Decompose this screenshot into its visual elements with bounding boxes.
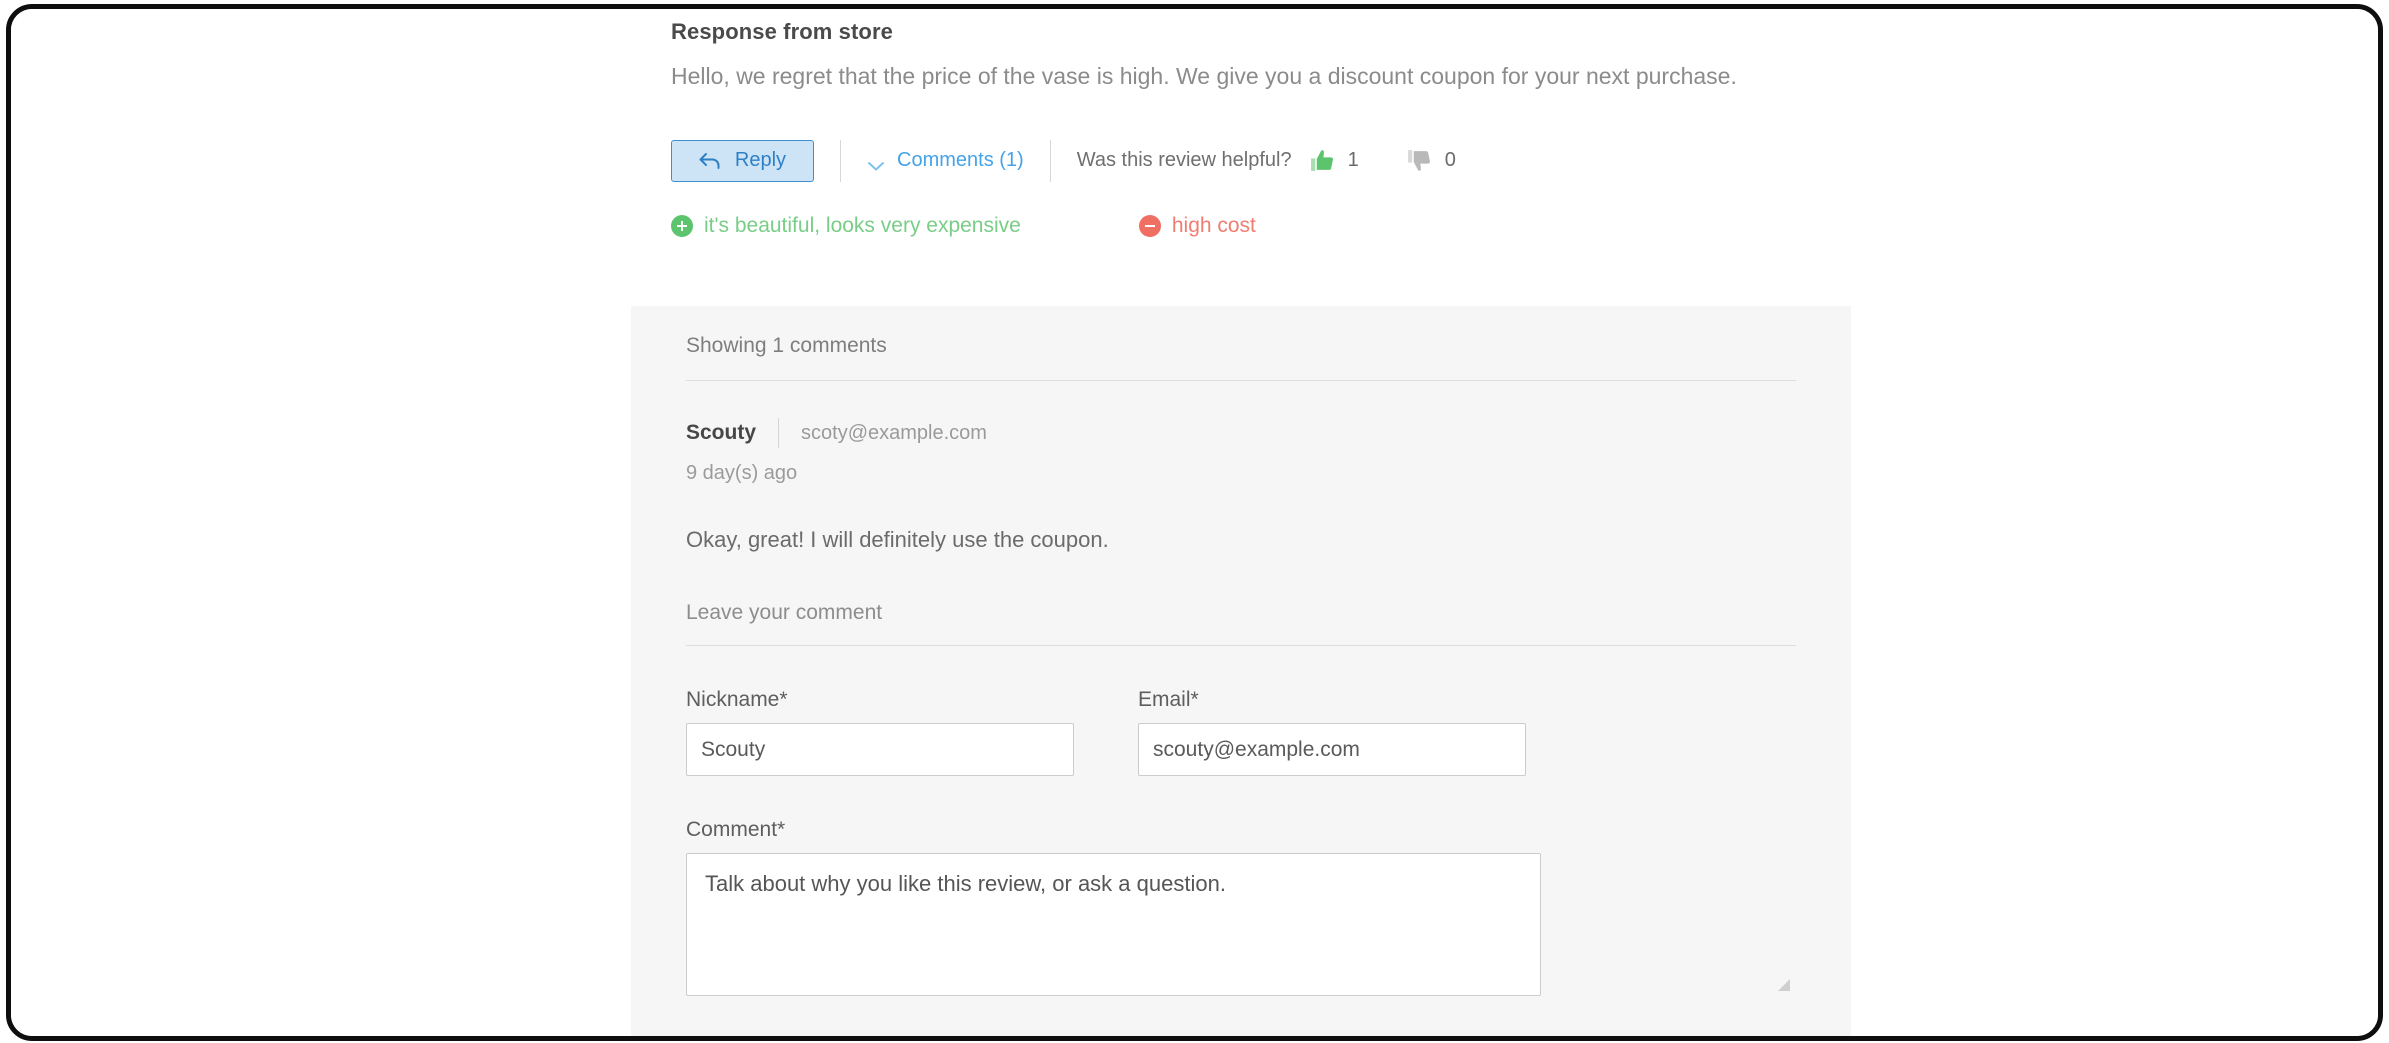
comments-panel: Showing 1 comments Scouty scoty@example.… (631, 306, 1851, 1036)
comment-field-group: Comment* (686, 818, 1796, 996)
nickname-input[interactable] (686, 723, 1074, 776)
review-pro-text: it's beautiful, looks very expensive (704, 213, 1021, 237)
pros-cons-row: it's beautiful, looks very expensive hig… (671, 211, 1851, 241)
nickname-label: Nickname* (686, 688, 788, 711)
page-canvas: Response from store Hello, we regret tha… (11, 9, 2378, 1036)
email-field-group: Email* (1138, 688, 1526, 776)
chevron-down-icon (867, 155, 885, 171)
helpful-question-label: Was this review helpful? (1076, 149, 1292, 172)
helpful-downvote[interactable]: 0 (1407, 148, 1456, 173)
comment-label: Comment* (686, 818, 786, 841)
email-input[interactable] (1138, 723, 1526, 776)
store-response-title: Response from store (671, 19, 893, 44)
store-response-block: Response from store Hello, we regret tha… (671, 9, 1851, 93)
comment-text: Okay, great! I will definitely use the c… (686, 527, 1109, 552)
helpful-vote-group: Was this review helpful? 1 0 (1077, 148, 1456, 173)
comment-author-email: scoty@example.com (801, 421, 987, 444)
review-action-bar: Reply Comments (1) Was this review helpf… (671, 138, 1851, 184)
showing-comments-count: Showing 1 comments (686, 334, 887, 357)
comments-divider-bottom (686, 645, 1796, 646)
downvote-count: 0 (1444, 149, 1456, 172)
plus-circle-icon (671, 214, 693, 237)
comments-toggle-label: Comments (1) (897, 149, 1024, 172)
resize-grip-icon[interactable] (1778, 978, 1790, 991)
reply-button[interactable]: Reply (671, 139, 814, 182)
comment-form: Nickname* Email* Comment* (686, 688, 1796, 996)
minus-circle-icon (1138, 214, 1161, 237)
thumbs-down-icon (1407, 148, 1432, 173)
comment-textarea[interactable] (686, 853, 1541, 996)
browser-frame: Response from store Hello, we regret tha… (6, 4, 2383, 1041)
action-divider-1 (840, 139, 841, 182)
comments-toggle[interactable]: Comments (1) (867, 149, 1024, 172)
helpful-upvote[interactable]: 1 (1310, 148, 1359, 173)
reply-button-label: Reply (734, 149, 787, 172)
comments-divider-top (686, 380, 1796, 381)
comment-list-item: Scouty scoty@example.com 9 day(s) ago Ok… (686, 418, 1796, 553)
reply-arrow-icon (699, 152, 721, 170)
comment-header-divider (778, 418, 780, 448)
review-response-content: Response from store Hello, we regret tha… (671, 9, 1851, 241)
review-con: high cost (1138, 213, 1256, 238)
comment-header: Scouty scoty@example.com (686, 418, 1796, 448)
comment-form-row-1: Nickname* Email* (686, 688, 1796, 776)
email-label: Email* (1138, 688, 1199, 711)
review-con-text: high cost (1171, 213, 1256, 237)
leave-comment-title: Leave your comment (686, 601, 883, 624)
comment-author-name: Scouty (686, 421, 757, 444)
nickname-field-group: Nickname* (686, 688, 1074, 776)
action-divider-2 (1049, 139, 1051, 182)
store-response-body: Hello, we regret that the price of the v… (671, 63, 1737, 89)
comment-timestamp: 9 day(s) ago (686, 462, 798, 484)
review-pro: it's beautiful, looks very expensive (671, 214, 1021, 238)
upvote-count: 1 (1347, 149, 1359, 172)
thumbs-up-icon (1310, 148, 1335, 173)
